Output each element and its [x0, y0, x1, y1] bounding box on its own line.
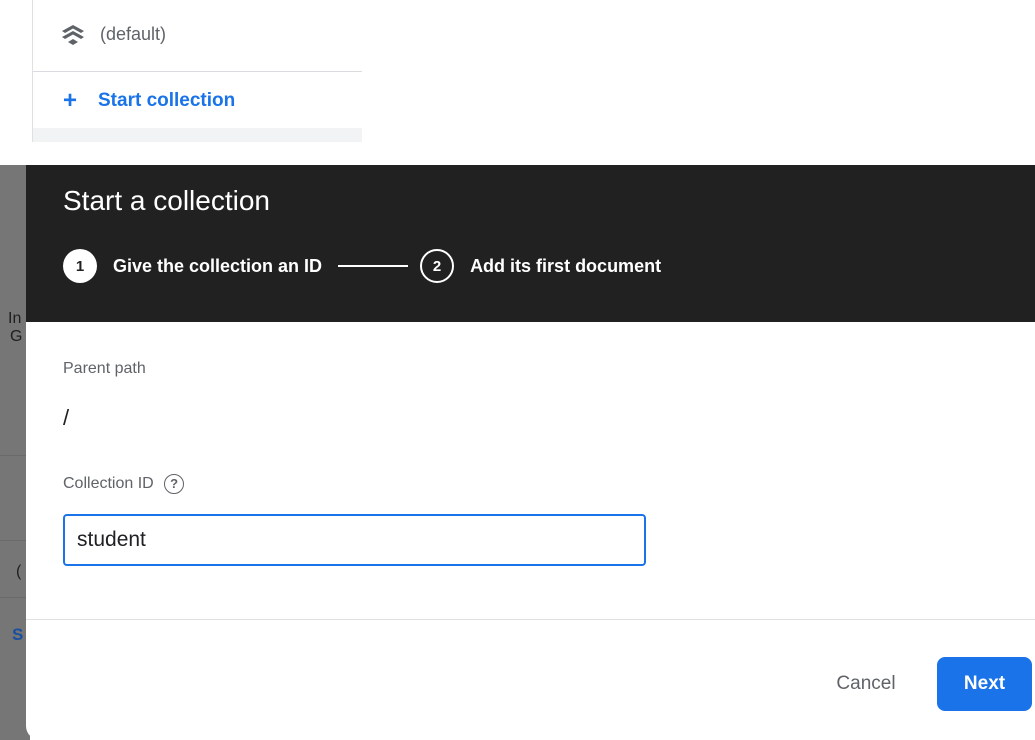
cancel-button[interactable]: Cancel [816, 657, 916, 711]
step-1-label: Give the collection an ID [113, 255, 323, 276]
background-text: G [10, 328, 23, 345]
start-collection-button[interactable]: + Start collection [33, 73, 362, 128]
step-2-label: Add its first document [470, 255, 662, 276]
parent-path-value: / [63, 405, 70, 430]
database-label: (default) [100, 24, 167, 44]
firestore-database-icon [62, 24, 84, 45]
stepper: 1 Give the collection an ID 2 Add its fi… [63, 249, 661, 283]
step-connector [338, 265, 409, 267]
collection-id-label: Collection ID [63, 475, 154, 493]
step-1-indicator: 1 [63, 249, 97, 283]
database-panel: (default) + Start collection [0, 0, 362, 142]
next-button[interactable]: Next [937, 657, 1032, 711]
dialog-divider [26, 619, 1035, 620]
collection-id-input[interactable] [63, 514, 646, 566]
database-row[interactable]: (default) [33, 0, 362, 72]
plus-icon: + [62, 86, 77, 114]
background-text: ( [16, 563, 22, 580]
help-circle-icon[interactable]: ? [164, 474, 185, 494]
step-2-indicator: 2 [420, 249, 455, 283]
background-text: S [12, 625, 24, 644]
collection-id-label-row: Collection ID ? [63, 474, 185, 494]
start-collection-label: Start collection [98, 89, 236, 111]
dialog-title: Start a collection [63, 185, 270, 216]
start-collection-dialog: Start a collection 1 Give the collection… [26, 165, 1035, 740]
parent-path-label: Parent path [63, 360, 146, 377]
background-text: In [8, 310, 22, 327]
dialog-header: Start a collection 1 Give the collection… [26, 165, 1035, 322]
